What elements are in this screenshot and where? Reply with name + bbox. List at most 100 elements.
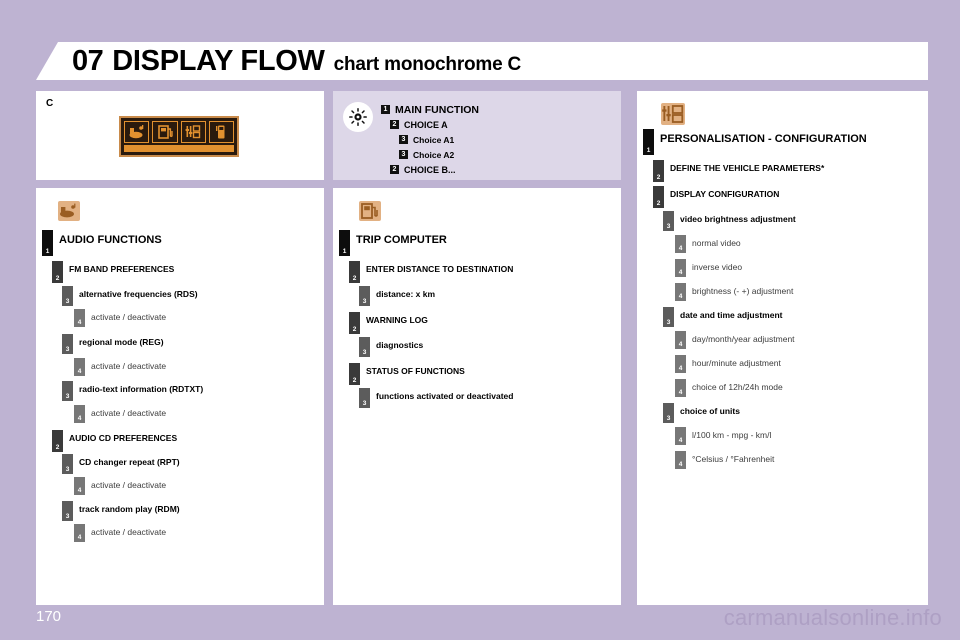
tree-node-level-badge: 2 — [52, 261, 63, 283]
tree-node-level-4: 4 activate / deactivate — [74, 309, 166, 327]
page-title: DISPLAY FLOW — [112, 44, 325, 77]
tree-node-level-1: 1 PERSONALISATION - CONFIGURATION — [643, 129, 867, 155]
tree-node-level-badge: 1 — [339, 230, 350, 256]
tree-node-label: date and time adjustment — [680, 310, 783, 320]
tree-node-level-badge: 4 — [74, 524, 85, 542]
tree-node-level-2: 2 WARNING LOG — [349, 312, 428, 334]
tree-node-level-4: 4 day/month/year adjustment — [675, 331, 795, 349]
tree-node-level-badge: 3 — [359, 388, 370, 408]
tree-node-level-badge: 3 — [359, 337, 370, 357]
tree-node-level-badge: 4 — [675, 235, 686, 253]
tree-node-label: DEFINE THE VEHICLE PARAMETERS* — [670, 163, 825, 173]
tree-node-level-badge: 3 — [359, 286, 370, 306]
tree-node-level-badge: 2 — [52, 430, 63, 452]
tree-node-level-3: 3 video brightness adjustment — [663, 211, 796, 231]
legend-level-badge: 1 — [381, 105, 390, 114]
tree-node-level-4: 4 l/100 km - mpg - km/l — [675, 427, 771, 445]
tree-node-level-3: 3 regional mode (REG) — [62, 334, 164, 354]
tree-node-level-2: 2 STATUS OF FUNCTIONS — [349, 363, 465, 385]
tree-node-level-4: 4 activate / deactivate — [74, 405, 166, 423]
tree-node-level-3: 3 track random play (RDM) — [62, 501, 180, 521]
legend-row: 3 Choice A1 — [399, 133, 479, 146]
legend-level-badge: 3 — [399, 135, 408, 144]
tree-node-level-4: 4 brightness (- +) adjustment — [675, 283, 793, 301]
tree-node-level-badge: 3 — [663, 403, 674, 423]
tree-node-label: TRIP COMPUTER — [356, 234, 447, 246]
legend-key-panel: 1 MAIN FUNCTION 2 CHOICE A 3 Choice A1 3… — [333, 91, 621, 180]
tree-node-level-badge: 2 — [653, 186, 664, 208]
tree-node-label: video brightness adjustment — [680, 214, 796, 224]
tree-node-label: choice of units — [680, 406, 740, 416]
legend-rows: 1 MAIN FUNCTION 2 CHOICE A 3 Choice A1 3… — [381, 100, 479, 176]
tree-node-level-badge: 3 — [62, 454, 73, 474]
personalisation-panel: 1 PERSONALISATION - CONFIGURATION 2 DEFINE … — [637, 91, 928, 605]
tree-node-level-2: 2 DISPLAY CONFIGURATION — [653, 186, 779, 208]
audio-functions-icon — [58, 201, 80, 221]
tree-node-label: FM BAND PREFERENCES — [69, 264, 175, 274]
display-illustration-panel: C — [36, 91, 324, 180]
tree-node-level-badge: 4 — [74, 309, 85, 327]
screen-telephone-icon — [208, 121, 234, 144]
tree-node-level-3: 3 date and time adjustment — [663, 307, 783, 327]
tree-node-level-badge: 3 — [62, 334, 73, 354]
tree-node-label: alternative frequencies (RDS) — [79, 289, 198, 299]
tree-node-level-badge: 4 — [675, 427, 686, 445]
tree-node-label: activate / deactivate — [91, 480, 167, 490]
tree-node-label: hour/minute adjustment — [692, 358, 781, 368]
screen-trip-computer-icon — [152, 121, 178, 144]
tree-node-level-badge: 2 — [653, 160, 664, 182]
tree-node-level-4: 4 choice of 12h/24h mode — [675, 379, 783, 397]
tree-node-level-4: 4 activate / deactivate — [74, 477, 166, 495]
tree-node-level-3: 3 functions activated or deactivated — [359, 388, 513, 408]
tree-node-level-4: 4 activate / deactivate — [74, 524, 166, 542]
legend-row-label: MAIN FUNCTION — [395, 103, 479, 116]
tree-node-level-4: 4 inverse video — [675, 259, 742, 277]
tree-node-level-badge: 4 — [74, 477, 85, 495]
tree-node-level-3: 3 distance: x km — [359, 286, 435, 306]
page-number: 170 — [36, 608, 62, 625]
sun-brightness-icon — [343, 102, 373, 132]
chapter-number: 07 — [72, 44, 104, 77]
tree-node-label: l/100 km - mpg - km/l — [692, 430, 772, 440]
tree-node-label: inverse video — [692, 262, 743, 272]
legend-row-label: Choice A2 — [413, 149, 455, 160]
screen-personalisation-icon — [180, 121, 206, 144]
tree-node-label: track random play (RDM) — [79, 504, 180, 514]
tree-node-label: activate / deactivate — [91, 312, 167, 322]
tree-node-label: activate / deactivate — [91, 408, 167, 418]
personalisation-icon — [661, 103, 685, 125]
tree-node-level-badge: 3 — [62, 286, 73, 306]
legend-row: 2 CHOICE A — [390, 118, 479, 131]
tree-node-label: normal video — [692, 238, 741, 248]
tree-node-level-3: 3 radio-text information (RDTXT) — [62, 381, 203, 401]
tree-node-label: °Celsius / °Fahrenheit — [692, 454, 775, 464]
tree-node-level-badge: 4 — [675, 283, 686, 301]
tree-node-level-badge: 2 — [349, 363, 360, 385]
tree-node-level-badge: 4 — [675, 451, 686, 469]
tree-node-level-badge: 4 — [74, 358, 85, 376]
tree-node-level-3: 3 diagnostics — [359, 337, 423, 357]
tree-node-level-4: 4 °Celsius / °Fahrenheit — [675, 451, 774, 469]
tree-node-level-badge: 3 — [62, 501, 73, 521]
tree-node-level-2: 2 ENTER DISTANCE TO DESTINATION — [349, 261, 513, 283]
tree-node-level-badge: 1 — [42, 230, 53, 256]
page-subtitle: chart monochrome C — [333, 53, 522, 75]
tree-node-label: STATUS OF FUNCTIONS — [366, 366, 465, 376]
trip-computer-icon — [359, 201, 381, 221]
tree-node-label: brightness (- +) adjustment — [692, 286, 794, 296]
screen-audio-icon — [124, 121, 150, 144]
tree-node-label: AUDIO FUNCTIONS — [59, 234, 162, 246]
tree-node-level-badge: 3 — [62, 381, 73, 401]
tree-node-level-4: 4 normal video — [675, 235, 741, 253]
legend-level-badge: 3 — [399, 150, 408, 159]
legend-row-label: CHOICE A — [404, 119, 448, 130]
tree-node-label: PERSONALISATION - CONFIGURATION — [660, 133, 867, 145]
legend-row: 3 Choice A2 — [399, 148, 479, 161]
tree-node-level-badge: 4 — [675, 259, 686, 277]
tree-node-level-2: 2 DEFINE THE VEHICLE PARAMETERS* — [653, 160, 824, 182]
tree-node-level-badge: 2 — [349, 312, 360, 334]
tree-node-level-badge: 2 — [349, 261, 360, 283]
tree-node-level-badge: 3 — [663, 211, 674, 231]
tree-node-level-badge: 1 — [643, 129, 654, 155]
tree-node-label: distance: x km — [376, 289, 436, 299]
